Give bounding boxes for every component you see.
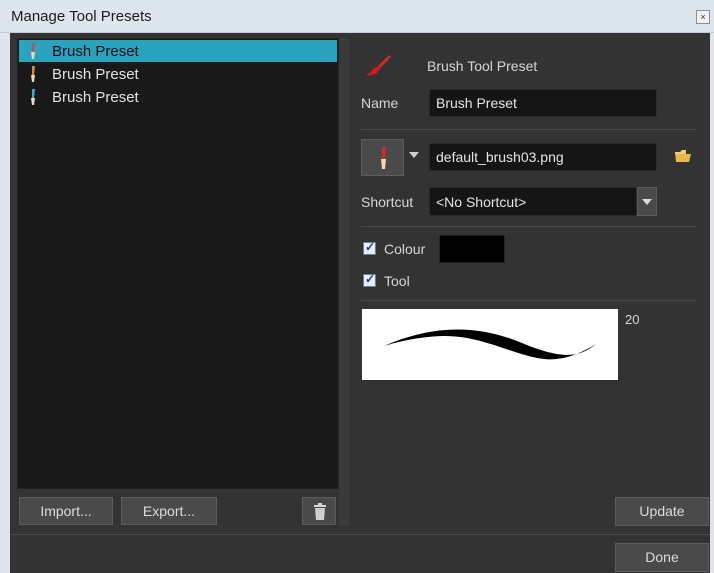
brush-stroke [384, 329, 596, 360]
brush-tool-icon [366, 55, 391, 76]
preset-label: Brush Preset [52, 66, 139, 83]
brush-icon [31, 66, 35, 82]
tool-label: Tool [384, 273, 410, 289]
brush-icon [31, 89, 35, 105]
export-button[interactable]: Export... [121, 497, 217, 525]
brush-icon [31, 43, 35, 59]
tool-checkbox[interactable] [363, 272, 376, 287]
shortcut-dropdown-button[interactable] [637, 187, 657, 216]
shortcut-label: Shortcut [361, 194, 414, 210]
right-frame-border [710, 33, 714, 573]
name-input[interactable]: Brush Preset [429, 89, 657, 117]
colour-checkbox[interactable] [363, 240, 376, 255]
title-bar: Manage Tool Presets × [0, 0, 714, 33]
size-value: 20 [625, 312, 640, 327]
update-button[interactable]: Update [615, 497, 709, 526]
manage-tool-presets-dialog: Manage Tool Presets × Brush Preset Brush… [0, 0, 714, 573]
preset-list-item[interactable]: Brush Preset [19, 63, 337, 85]
delete-button[interactable] [302, 497, 336, 525]
preset-list-item[interactable]: Brush Preset [19, 86, 337, 108]
brush-icon [381, 147, 386, 169]
close-icon[interactable]: × [696, 10, 710, 24]
chevron-down-icon[interactable] [409, 152, 419, 158]
left-frame-border [0, 33, 10, 573]
list-scrollbar[interactable] [339, 38, 349, 526]
preset-list[interactable]: Brush Preset Brush Preset Brush Preset [17, 38, 339, 489]
folder-icon[interactable] [674, 149, 692, 163]
separator [361, 226, 697, 227]
preset-list-item[interactable]: Brush Preset [19, 40, 337, 62]
preset-label: Brush Preset [52, 89, 139, 106]
separator [11, 534, 710, 535]
tool-type-label: Brush Tool Preset [427, 58, 538, 74]
done-button[interactable]: Done [615, 543, 709, 572]
chevron-down-icon [642, 199, 652, 205]
preset-label: Brush Preset [52, 43, 139, 60]
import-button[interactable]: Import... [19, 497, 113, 525]
icon-file-field[interactable]: default_brush03.png [429, 143, 657, 171]
colour-label: Colour [384, 241, 426, 257]
window-title: Manage Tool Presets [11, 8, 152, 25]
separator [361, 129, 697, 130]
name-label: Name [361, 95, 399, 111]
tool-icon-button[interactable] [361, 139, 404, 176]
separator [361, 300, 697, 301]
brush-stroke-preview [362, 309, 618, 380]
colour-swatch[interactable] [439, 235, 505, 263]
trash-icon [314, 503, 326, 520]
shortcut-select[interactable]: <No Shortcut> [429, 187, 637, 216]
